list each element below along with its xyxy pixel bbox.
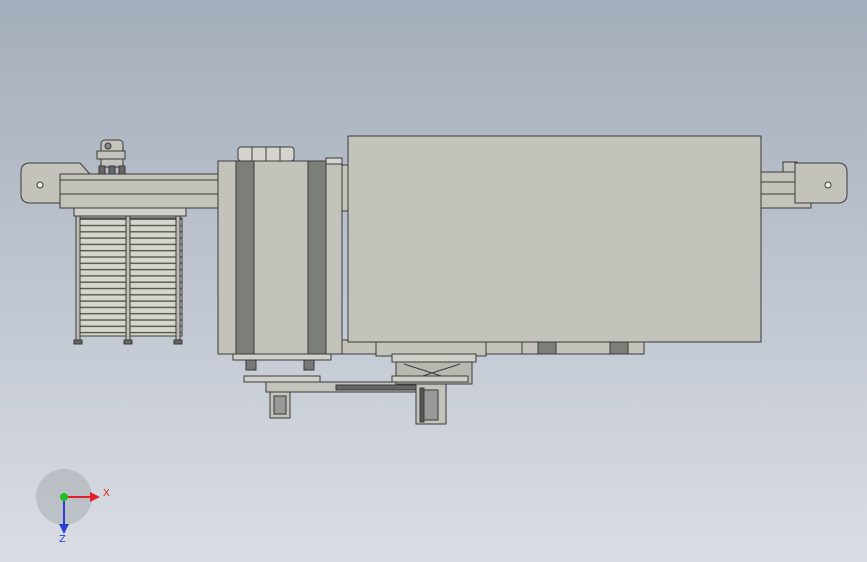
x-axis-label: X	[103, 488, 110, 499]
left-stack-magazine	[73, 207, 187, 345]
y-axis-dot	[60, 493, 68, 501]
right-rail-and-bracket	[760, 161, 848, 209]
lower-drive-assembly	[232, 353, 477, 425]
assembly-drawing: X Z	[20, 135, 848, 545]
left-module	[217, 146, 343, 355]
coordinate-triad: X Z	[36, 469, 110, 545]
cad-viewport[interactable]: X Z	[0, 0, 867, 562]
large-right-module	[347, 135, 762, 357]
gripper-motor	[96, 139, 126, 175]
z-axis-label: Z	[59, 534, 66, 545]
